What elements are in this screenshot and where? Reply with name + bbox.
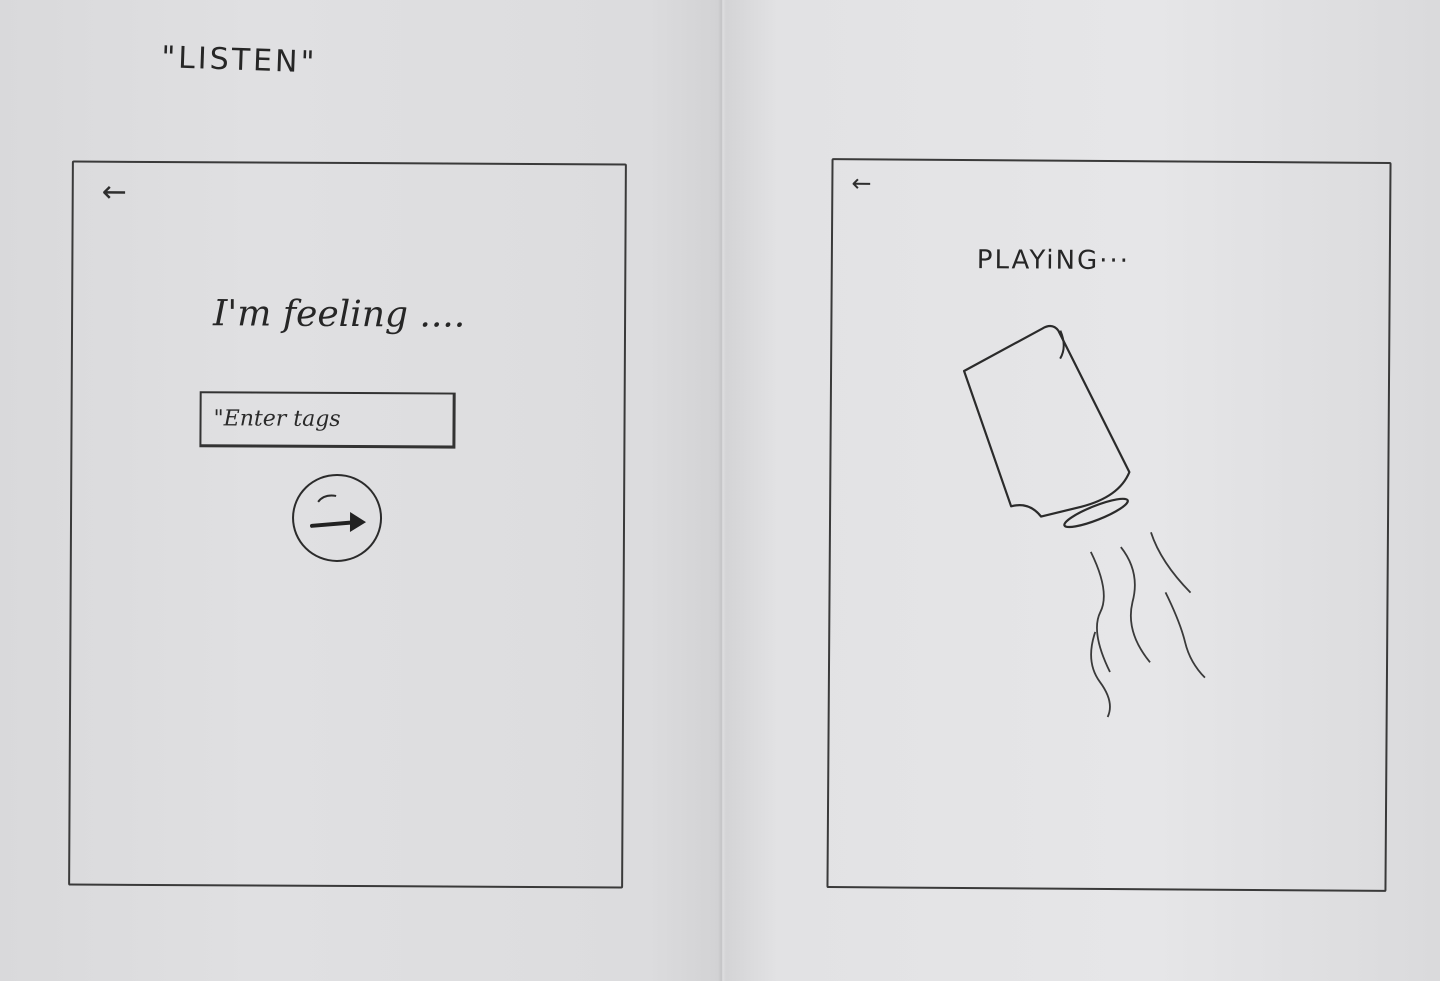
screen-tag-entry: ← I'm feeling ....	[68, 160, 627, 889]
back-arrow-icon[interactable]: ←	[851, 168, 871, 198]
feeling-heading: I'm feeling ....	[212, 293, 466, 336]
arrow-right-icon	[309, 494, 367, 533]
playing-status: PLAYiNG···	[976, 245, 1131, 277]
submit-tags-button[interactable]	[291, 473, 383, 563]
pouring-can-icon	[962, 324, 1131, 529]
back-arrow-icon[interactable]: ←	[102, 175, 127, 210]
page-title: "LISTEN"	[160, 40, 318, 81]
screen-playing: ← PLAYiNG···	[826, 158, 1392, 892]
tags-input[interactable]	[199, 391, 456, 449]
pouring-stream-icon	[1090, 532, 1206, 718]
paper-fold	[718, 0, 726, 981]
